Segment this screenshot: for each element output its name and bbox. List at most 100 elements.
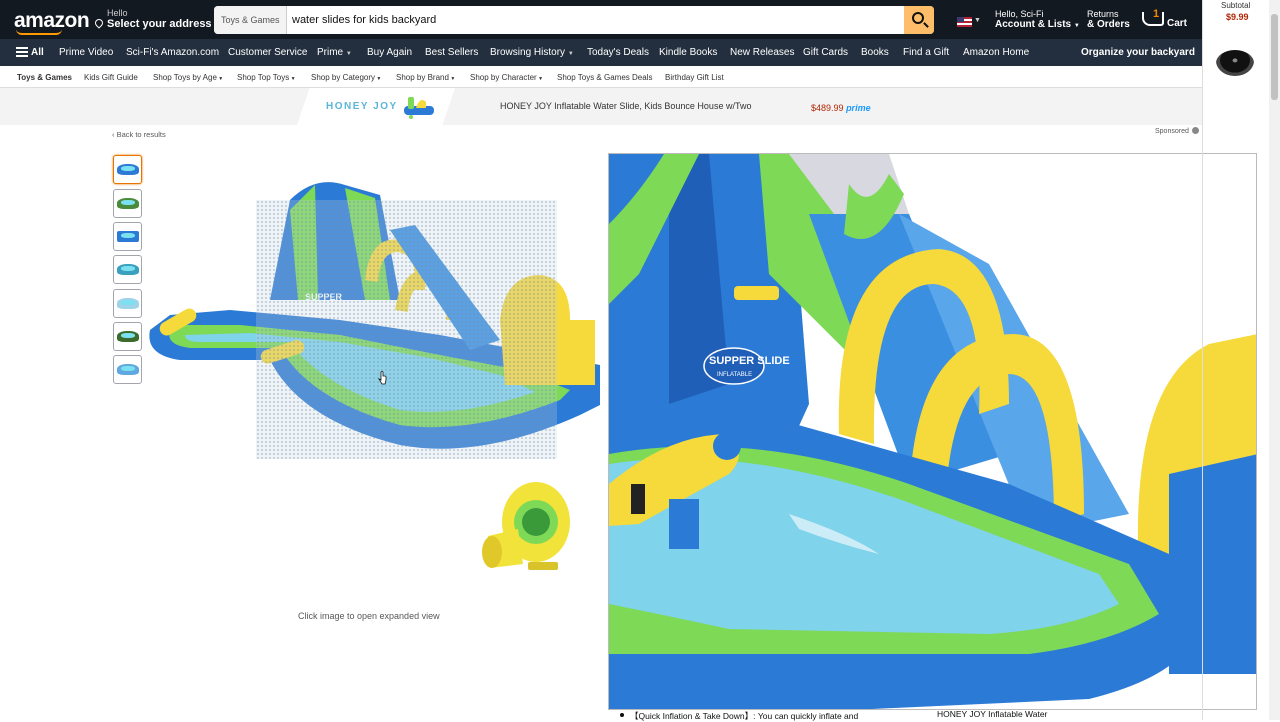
subnav-by-category-label: Shop by Category (311, 73, 376, 82)
subnav-by-category[interactable]: Shop by Category ▼ (311, 73, 381, 82)
thumbnail-image[interactable] (113, 189, 142, 218)
subnav-deals[interactable]: Shop Toys & Games Deals (557, 73, 652, 82)
scrollbar-thumb[interactable] (1271, 14, 1278, 100)
caret-down-icon: ▼ (536, 76, 544, 82)
slide-logo-text: SUPPER SLIDE (709, 355, 790, 367)
slide-thumbnail-image (117, 231, 139, 242)
buybox-product-title: HONEY JOY Inflatable Water (937, 709, 1048, 719)
search-bar: Toys & Games ▼ (214, 6, 934, 34)
info-icon[interactable] (1191, 127, 1199, 134)
search-input[interactable] (292, 6, 902, 34)
caret-down-icon: ▼ (567, 51, 574, 57)
thumbnail-image[interactable] (113, 255, 142, 284)
subnav-toys-by-age-label: Shop Toys by Age (153, 73, 217, 82)
subnav-birthday-gift-list[interactable]: Birthday Gift List (665, 73, 724, 82)
hamburger-menu-icon[interactable] (16, 47, 28, 57)
cart-count: 1 (1153, 8, 1160, 20)
caret-down-icon: ▼ (448, 76, 456, 82)
account-lists-label: Account & Lists (995, 19, 1072, 30)
search-button[interactable] (904, 6, 934, 34)
thumbnail-image[interactable] (113, 222, 142, 251)
returns-label: Returns (1087, 9, 1119, 19)
search-category-label: Toys & Games (221, 15, 280, 25)
subnav-by-character-label: Shop by Character (470, 73, 537, 82)
account-lists-menu[interactable]: Hello, Sci-Fi Account & Lists ▼ (995, 9, 1080, 30)
orders-label: & Orders (1087, 19, 1130, 30)
nav-browsing-history-label: Browsing History (490, 47, 566, 58)
banner-price: $489.99 prime (811, 103, 871, 113)
subnav-kids-gift-guide[interactable]: Kids Gift Guide (84, 73, 138, 82)
cart-label: Cart (1167, 18, 1188, 29)
thumbnail-image[interactable] (113, 155, 142, 184)
subnav-toys-games[interactable]: Toys & Games (17, 73, 72, 82)
page-scrollbar[interactable] (1269, 0, 1280, 720)
sponsored-text: Sponsored (1155, 128, 1189, 135)
nav-books[interactable]: Books (861, 47, 889, 58)
thumbnail-image[interactable] (113, 355, 142, 384)
amazon-smile-icon (16, 29, 62, 35)
nav-amazon-home[interactable]: Amazon Home (963, 47, 1029, 58)
banner-price-value: $489.99 (811, 103, 844, 113)
nav-todays-deals[interactable]: Today's Deals (587, 47, 649, 58)
thumbnail-image[interactable] (113, 289, 142, 318)
main-nav: All Prime Video Sci-Fi's Amazon.com Cust… (0, 39, 1202, 66)
slide-thumbnail-image (117, 198, 139, 209)
thumbnail-image[interactable] (113, 322, 142, 351)
zoom-lens-overlay[interactable] (256, 200, 557, 459)
slide-thumbnail-image (117, 331, 139, 342)
bullet-icon (620, 713, 624, 717)
subnav-top-toys-label: Shop Top Toys (237, 73, 290, 82)
nav-kindle-books[interactable]: Kindle Books (659, 47, 717, 58)
feature-bullet: 【Quick Inflation & Take Down】: You can q… (620, 710, 858, 722)
subnav-by-brand-label: Shop by Brand (396, 73, 449, 82)
mouse-cursor-icon (378, 371, 387, 385)
air-blower-image[interactable] (478, 474, 576, 578)
zoomed-slide-image: SUPPER SLIDE INFLATABLE (609, 154, 1256, 709)
banner-product-thumbnail (404, 97, 434, 119)
slide-thumbnail-image (117, 164, 139, 175)
subnav-by-brand[interactable]: Shop by Brand ▼ (396, 73, 455, 82)
nav-best-sellers[interactable]: Best Sellers (425, 47, 478, 58)
nav-buy-again[interactable]: Buy Again (367, 47, 412, 58)
prime-badge: prime (846, 103, 871, 113)
nav-gift-cards[interactable]: Gift Cards (803, 47, 848, 58)
slide-logo-subtext: INFLATABLE (717, 372, 752, 378)
returns-orders-link[interactable]: Returns & Orders (1087, 9, 1130, 30)
account-greeting: Hello, Sci-Fi (995, 9, 1044, 19)
deliver-to-button[interactable]: Hello Select your address (93, 8, 212, 30)
us-flag-icon[interactable] (957, 17, 972, 27)
nav-prime-label: Prime (317, 47, 344, 58)
nav-find-a-gift[interactable]: Find a Gift (903, 47, 949, 58)
expand-image-hint[interactable]: Click image to open expanded view (298, 611, 440, 621)
subtotal-value: $9.99 (1226, 12, 1249, 22)
nav-browsing-history[interactable]: Browsing History ▼ (490, 47, 574, 58)
brand-logo-text: HONEY JOY (326, 101, 398, 112)
search-category-dropdown[interactable]: Toys & Games ▼ (214, 6, 287, 34)
back-to-results-link[interactable]: ‹ Back to results (112, 130, 166, 139)
subtotal-label: Subtotal (1221, 1, 1251, 10)
cart-item-thumbnail[interactable] (1216, 50, 1254, 76)
subnav-top-toys[interactable]: Shop Top Toys ▼ (237, 73, 296, 82)
subnav-by-character[interactable]: Shop by Character ▼ (470, 73, 543, 82)
top-nav: amazon Hello Select your address Toys & … (0, 0, 1202, 39)
sidebar-divider (1202, 0, 1203, 720)
slide-thumbnail-image (117, 298, 139, 309)
deliver-greeting: Hello (107, 8, 128, 18)
sponsored-label[interactable]: Sponsored (1155, 127, 1199, 135)
caret-down-icon: ▼ (289, 76, 296, 82)
nav-prime[interactable]: Prime ▼ (317, 47, 352, 58)
nav-customer-service[interactable]: Customer Service (228, 47, 307, 58)
subnav-toys-by-age[interactable]: Shop Toys by Age ▼ (153, 73, 223, 82)
zoomed-image-view: SUPPER SLIDE INFLATABLE (608, 153, 1257, 710)
nav-promo-link[interactable]: Organize your backyard (1081, 47, 1195, 58)
nav-new-releases[interactable]: New Releases (730, 47, 794, 58)
caret-down-icon: ▼ (375, 76, 382, 82)
language-caret-icon[interactable]: ▼ (974, 17, 981, 24)
caret-down-icon: ▼ (1073, 23, 1080, 29)
slide-thumbnail-image (117, 264, 139, 275)
nav-all[interactable]: All (31, 47, 44, 58)
nav-scifi-amazon[interactable]: Sci-Fi's Amazon.com (126, 47, 219, 58)
select-address-label: Select your address (107, 18, 212, 30)
nav-prime-video[interactable]: Prime Video (59, 47, 113, 58)
search-icon (912, 12, 924, 24)
